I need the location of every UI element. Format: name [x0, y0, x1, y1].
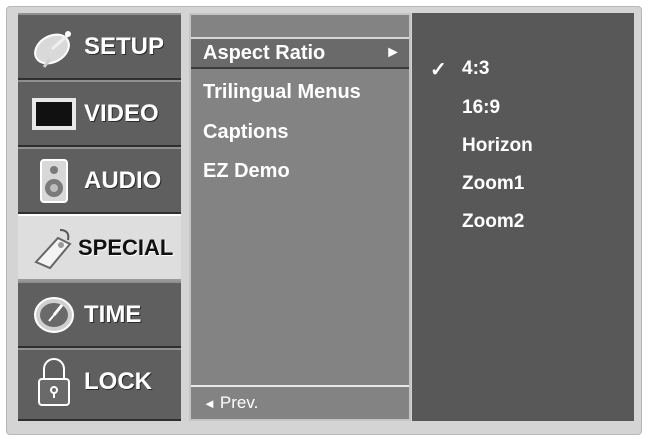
sub-item-label: Captions [203, 120, 289, 143]
speaker-icon [28, 157, 80, 205]
sub-item-label: Aspect Ratio [203, 41, 326, 64]
sub-item-label: Trilingual Menus [203, 80, 361, 103]
menu-item-setup[interactable]: SETUP [18, 13, 181, 80]
sub-item-label: EZ Demo [203, 159, 290, 182]
option-label: Zoom2 [462, 211, 525, 232]
menu-item-label: AUDIO [84, 166, 162, 194]
menu-item-video[interactable]: VIDEO [18, 80, 181, 147]
option-zoom2[interactable]: Zoom2 [462, 208, 524, 236]
sub-menu: Aspect Ratio ► Trilingual Menus Captions… [189, 13, 411, 421]
padlock-icon [28, 358, 80, 406]
option-horizon[interactable]: Horizon [462, 132, 533, 160]
sub-item-trilingual-menus[interactable]: Trilingual Menus [203, 77, 361, 107]
arrow-left-icon: ◄ [203, 395, 216, 411]
sub-item-ez-demo[interactable]: EZ Demo [203, 156, 290, 186]
menu-item-label: LOCK [84, 367, 152, 395]
main-menu: SETUP VIDEO AUDIO SPECIAL TIME LOCK [18, 13, 181, 421]
menu-item-time[interactable]: TIME [18, 281, 181, 348]
satellite-dish-icon [28, 23, 80, 71]
sub-item-aspect-ratio[interactable]: Aspect Ratio ► [191, 37, 409, 69]
arrow-right-icon: ► [385, 44, 401, 61]
menu-item-label: SETUP [84, 32, 165, 60]
option-label: 16:9 [462, 97, 501, 118]
menu-item-label: TIME [84, 300, 142, 328]
menu-item-label: SPECIAL [78, 234, 174, 260]
prev-label: Prev. [219, 393, 259, 412]
option-label: Horizon [462, 135, 533, 156]
option-16-9[interactable]: 16:9 [462, 94, 500, 122]
option-label: Zoom1 [462, 173, 525, 194]
tag-icon [28, 224, 80, 272]
checkmark-icon: ✓ [430, 59, 447, 81]
monitor-icon [28, 90, 80, 138]
menu-item-lock[interactable]: LOCK [18, 348, 181, 421]
prev-button[interactable]: ◄ Prev. [191, 385, 409, 419]
option-4-3[interactable]: 4:3 [462, 55, 489, 83]
options-panel: ✓ 4:3 16:9 Horizon Zoom1 Zoom2 [412, 13, 634, 421]
sub-item-captions[interactable]: Captions [203, 117, 289, 147]
clock-icon [28, 291, 80, 339]
menu-item-label: VIDEO [84, 99, 159, 127]
menu-item-audio[interactable]: AUDIO [18, 147, 181, 214]
menu-item-special[interactable]: SPECIAL [18, 214, 181, 281]
option-zoom1[interactable]: Zoom1 [462, 170, 524, 198]
option-label: 4:3 [462, 58, 490, 79]
